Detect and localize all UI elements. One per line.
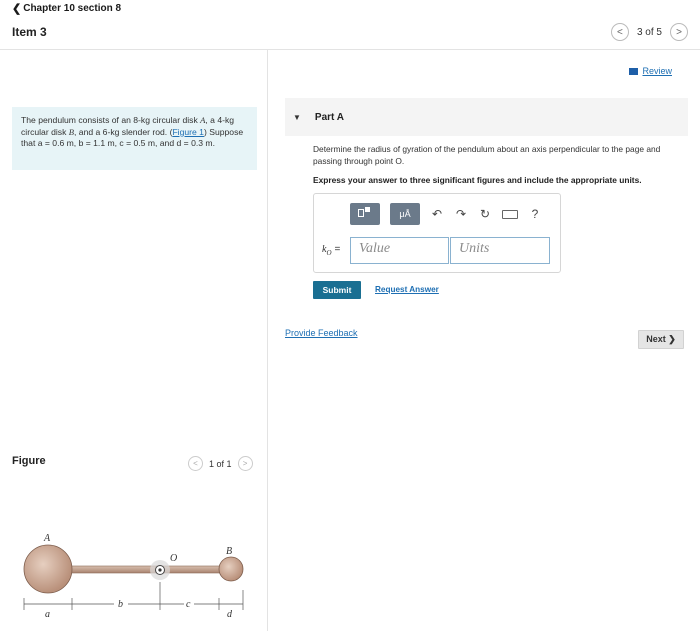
review-link[interactable]: Review <box>629 66 672 76</box>
pendulum-figure: A B O a b c d <box>23 533 244 620</box>
answer-box: μÅ ↶ ↷ ↻ ? kO = Value Units <box>313 193 561 273</box>
problem-vars: d = 0.3 m. <box>176 138 215 148</box>
provide-feedback-link[interactable]: Provide Feedback <box>285 328 358 338</box>
figure-pager: < 1 of 1 > <box>188 456 253 471</box>
chevron-right-icon: > <box>676 26 682 38</box>
templates-button[interactable] <box>350 203 380 225</box>
undo-icon[interactable]: ↶ <box>430 207 444 221</box>
next-item-button[interactable]: > <box>670 23 688 41</box>
problem-text: , a 4- <box>205 115 225 125</box>
help-icon[interactable]: ? <box>528 207 542 221</box>
figure-heading: Figure <box>12 455 46 467</box>
dim-label-b: b <box>118 599 123 610</box>
chevron-left-icon: ❮ <box>12 3 22 15</box>
disk-b <box>218 556 244 582</box>
part-a-title: Part A <box>314 111 345 123</box>
chevron-right-icon: > <box>242 459 248 468</box>
problem-text: and <box>157 138 177 148</box>
back-link-label: Chapter 10 section 8 <box>23 3 122 14</box>
equals-sign: = <box>334 244 341 255</box>
template-icon <box>365 207 370 212</box>
pivot-dot <box>158 568 162 572</box>
dim-label-a: a <box>45 609 50 620</box>
dim-label-c: c <box>186 599 191 610</box>
header-divider <box>0 49 700 50</box>
answer-label: kO = <box>322 244 340 257</box>
problem-text: , and a 6- <box>74 126 111 137</box>
label-o-point: O <box>170 553 177 564</box>
chevron-left-icon: < <box>617 26 623 38</box>
item-title: Item 3 <box>12 25 47 39</box>
reset-icon[interactable]: ↻ <box>478 207 492 221</box>
problem-text: The pendulum consists of an 8- <box>21 115 141 125</box>
problem-statement: The pendulum consists of an 8-kg circula… <box>12 107 257 170</box>
template-icon <box>358 209 364 217</box>
keyboard-icon[interactable] <box>502 209 518 219</box>
figure-link[interactable]: Figure 1 <box>172 127 204 137</box>
dim-label-d: d <box>227 609 233 620</box>
prev-item-button[interactable]: < <box>610 23 629 41</box>
problem-text: circular disk <box>149 115 201 125</box>
review-label: Review <box>642 66 672 76</box>
label-a-disk: A <box>43 533 51 544</box>
pager-text: 3 of 5 <box>636 26 662 38</box>
figure-next-button[interactable]: > <box>237 456 253 471</box>
value-input[interactable]: Value <box>350 237 449 264</box>
problem-text: kg <box>140 115 150 125</box>
next-button[interactable]: Next ❯ <box>638 330 684 349</box>
units-input[interactable]: Units <box>450 237 550 264</box>
chevron-left-icon: < <box>193 459 198 468</box>
request-answer-link[interactable]: Request Answer <box>375 285 439 294</box>
answer-label-sub: O <box>326 249 332 257</box>
back-to-chapter-link[interactable]: ❮ Chapter 10 section 8 <box>12 2 121 15</box>
slender-rod <box>45 565 239 574</box>
label-b-disk: B <box>226 546 232 557</box>
question-text: Determine the radius of gyration of the … <box>313 144 661 166</box>
figure-prev-button[interactable]: < <box>188 456 203 471</box>
symbols-label: μÅ <box>399 209 411 219</box>
column-divider <box>267 50 268 631</box>
collapse-triangle-icon: ▼ <box>293 112 301 122</box>
figure-pager-text: 1 of 1 <box>209 458 232 469</box>
problem-text: kg <box>224 115 235 125</box>
redo-icon[interactable]: ↷ <box>454 207 468 221</box>
problem-text: slender rod. ( <box>119 126 173 137</box>
problem-text: circular disk <box>21 126 69 137</box>
math-toolbar: μÅ ↶ ↷ ↻ ? <box>350 203 542 225</box>
item-pager: < 3 of 5 > <box>610 23 688 41</box>
part-a-header[interactable]: ▼ Part A <box>285 98 688 136</box>
review-icon <box>629 67 639 75</box>
instruction-text: Express your answer to three significant… <box>313 175 642 185</box>
problem-vars: a = 0.6 m, b = 1.1 m, c = 0.5 m, <box>37 138 158 148</box>
disk-a <box>23 544 73 594</box>
submit-button[interactable]: Submit <box>313 281 361 299</box>
symbols-button[interactable]: μÅ <box>390 203 420 225</box>
